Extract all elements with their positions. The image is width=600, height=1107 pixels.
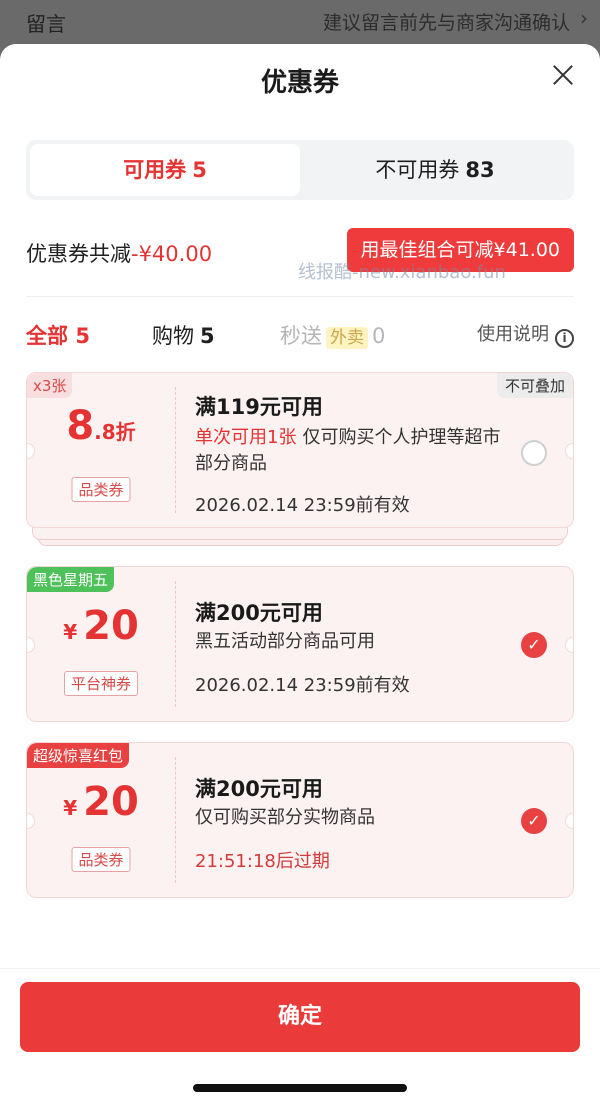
footer-divider bbox=[0, 968, 600, 969]
watermark: 线报酷-new.xianbao.fun bbox=[298, 262, 506, 283]
chevron-right-icon: › bbox=[580, 6, 588, 30]
home-indicator bbox=[193, 1084, 407, 1092]
filter-all-count: 5 bbox=[75, 324, 90, 348]
close-icon[interactable] bbox=[552, 64, 574, 86]
usage-instructions-link[interactable]: 使用说明 i bbox=[477, 320, 574, 348]
coupon-separator bbox=[175, 757, 176, 883]
coupon-separator bbox=[175, 581, 176, 707]
tab-unavailable[interactable]: 不可用券 83 bbox=[300, 144, 570, 196]
coupon-limit-note: 单次可用1张 bbox=[195, 427, 297, 448]
coupon-value-area: ¥20 平台神券 bbox=[27, 567, 175, 721]
coupon-tabs: 可用券 5 不可用券 83 bbox=[26, 140, 574, 200]
coupon-description: 黑五活动部分商品可用 bbox=[195, 631, 375, 652]
coupon-value-suffix: .8折 bbox=[94, 420, 136, 444]
coupon-type-badge: 平台神券 bbox=[63, 671, 139, 696]
tab-unavailable-label: 不可用券 bbox=[375, 158, 460, 182]
tab-available-count: 5 bbox=[192, 158, 207, 182]
coupon-description: 单次可用1张 仅可购买个人护理等超市部分商品 bbox=[195, 425, 515, 477]
coupon-card[interactable]: x3张 不可叠加 8.8折 品类券 满119元可用 单次可用1张 仅可购买个人护理… bbox=[26, 372, 574, 528]
filter-shopping-count: 5 bbox=[200, 324, 215, 348]
tab-available-label: 可用券 bbox=[123, 158, 187, 182]
coupon-expiry: 2026.02.14 23:59前有效 bbox=[195, 675, 410, 696]
takeout-tag: 外卖 bbox=[326, 327, 368, 349]
filter-bar: 全部 5 购物 5 秒送 外卖 0 使用说明 i bbox=[26, 320, 574, 354]
coupon-condition: 满119元可用 bbox=[195, 395, 323, 419]
confirm-button[interactable]: 确定 bbox=[20, 982, 580, 1052]
currency-symbol: ¥ bbox=[63, 796, 78, 820]
coupon-value-main: 20 bbox=[83, 603, 139, 649]
merchant-hint-link[interactable]: 建议留言前先与商家沟通确认 bbox=[323, 8, 570, 35]
coupon-condition: 满200元可用 bbox=[195, 777, 323, 801]
coupon-countdown: 21:51:18后过期 bbox=[195, 851, 330, 872]
coupon-value-area: 8.8折 品类券 bbox=[27, 373, 175, 527]
filter-fast-count: 0 bbox=[372, 324, 386, 348]
coupon-value-main: 20 bbox=[83, 779, 139, 825]
filter-all[interactable]: 全部 5 bbox=[26, 320, 90, 350]
coupon-expiry: 2026.02.14 23:59前有效 bbox=[195, 495, 410, 516]
message-label: 留言 bbox=[26, 12, 66, 36]
coupon-type-badge: 品类券 bbox=[71, 477, 131, 502]
coupon-value: ¥20 bbox=[27, 779, 175, 825]
coupon-sheet: 优惠券 可用券 5 不可用券 83 优惠券共减-¥40.00 用最佳组合可减¥41.… bbox=[0, 44, 600, 1107]
coupon-value-main: 8 bbox=[66, 403, 95, 449]
filter-fast-label: 秒送 bbox=[280, 324, 322, 348]
filter-shopping[interactable]: 购物 5 bbox=[152, 320, 215, 350]
tab-unavailable-count: 83 bbox=[465, 158, 495, 182]
divider bbox=[26, 296, 574, 297]
coupon-description: 仅可购买部分实物商品 bbox=[195, 807, 375, 828]
sheet-title: 优惠券 bbox=[260, 68, 339, 98]
coupon-value-area: ¥20 品类券 bbox=[27, 743, 175, 897]
check-icon[interactable]: ✓ bbox=[521, 808, 547, 834]
coupon-condition: 满200元可用 bbox=[195, 601, 323, 625]
coupon-value: ¥20 bbox=[27, 603, 175, 649]
info-icon: i bbox=[555, 329, 574, 348]
summary-amount: -¥40.00 bbox=[131, 242, 213, 266]
coupon-value: 8.8折 bbox=[27, 403, 175, 449]
coupon-select-radio[interactable] bbox=[521, 440, 547, 466]
usage-instructions-label: 使用说明 bbox=[477, 324, 549, 345]
coupon-type-badge: 品类券 bbox=[71, 847, 131, 872]
check-icon[interactable]: ✓ bbox=[521, 632, 547, 658]
filter-all-label: 全部 bbox=[26, 324, 68, 348]
coupon-card[interactable]: 超级惊喜红包 ¥20 品类券 满200元可用 仅可购买部分实物商品 21:51:… bbox=[26, 742, 574, 898]
discount-summary: 优惠券共减-¥40.00 bbox=[26, 238, 212, 268]
filter-shopping-label: 购物 bbox=[152, 324, 194, 348]
coupon-separator bbox=[175, 387, 176, 513]
tab-available[interactable]: 可用券 5 bbox=[30, 144, 300, 196]
coupon-card[interactable]: 黑色星期五 ¥20 平台神券 满200元可用 黑五活动部分商品可用 2026.0… bbox=[26, 566, 574, 722]
filter-fast-delivery[interactable]: 秒送 外卖 0 bbox=[280, 320, 385, 350]
summary-label: 优惠券共减 bbox=[26, 242, 131, 266]
non-stackable-tag: 不可叠加 bbox=[496, 373, 573, 398]
currency-symbol: ¥ bbox=[63, 620, 78, 644]
